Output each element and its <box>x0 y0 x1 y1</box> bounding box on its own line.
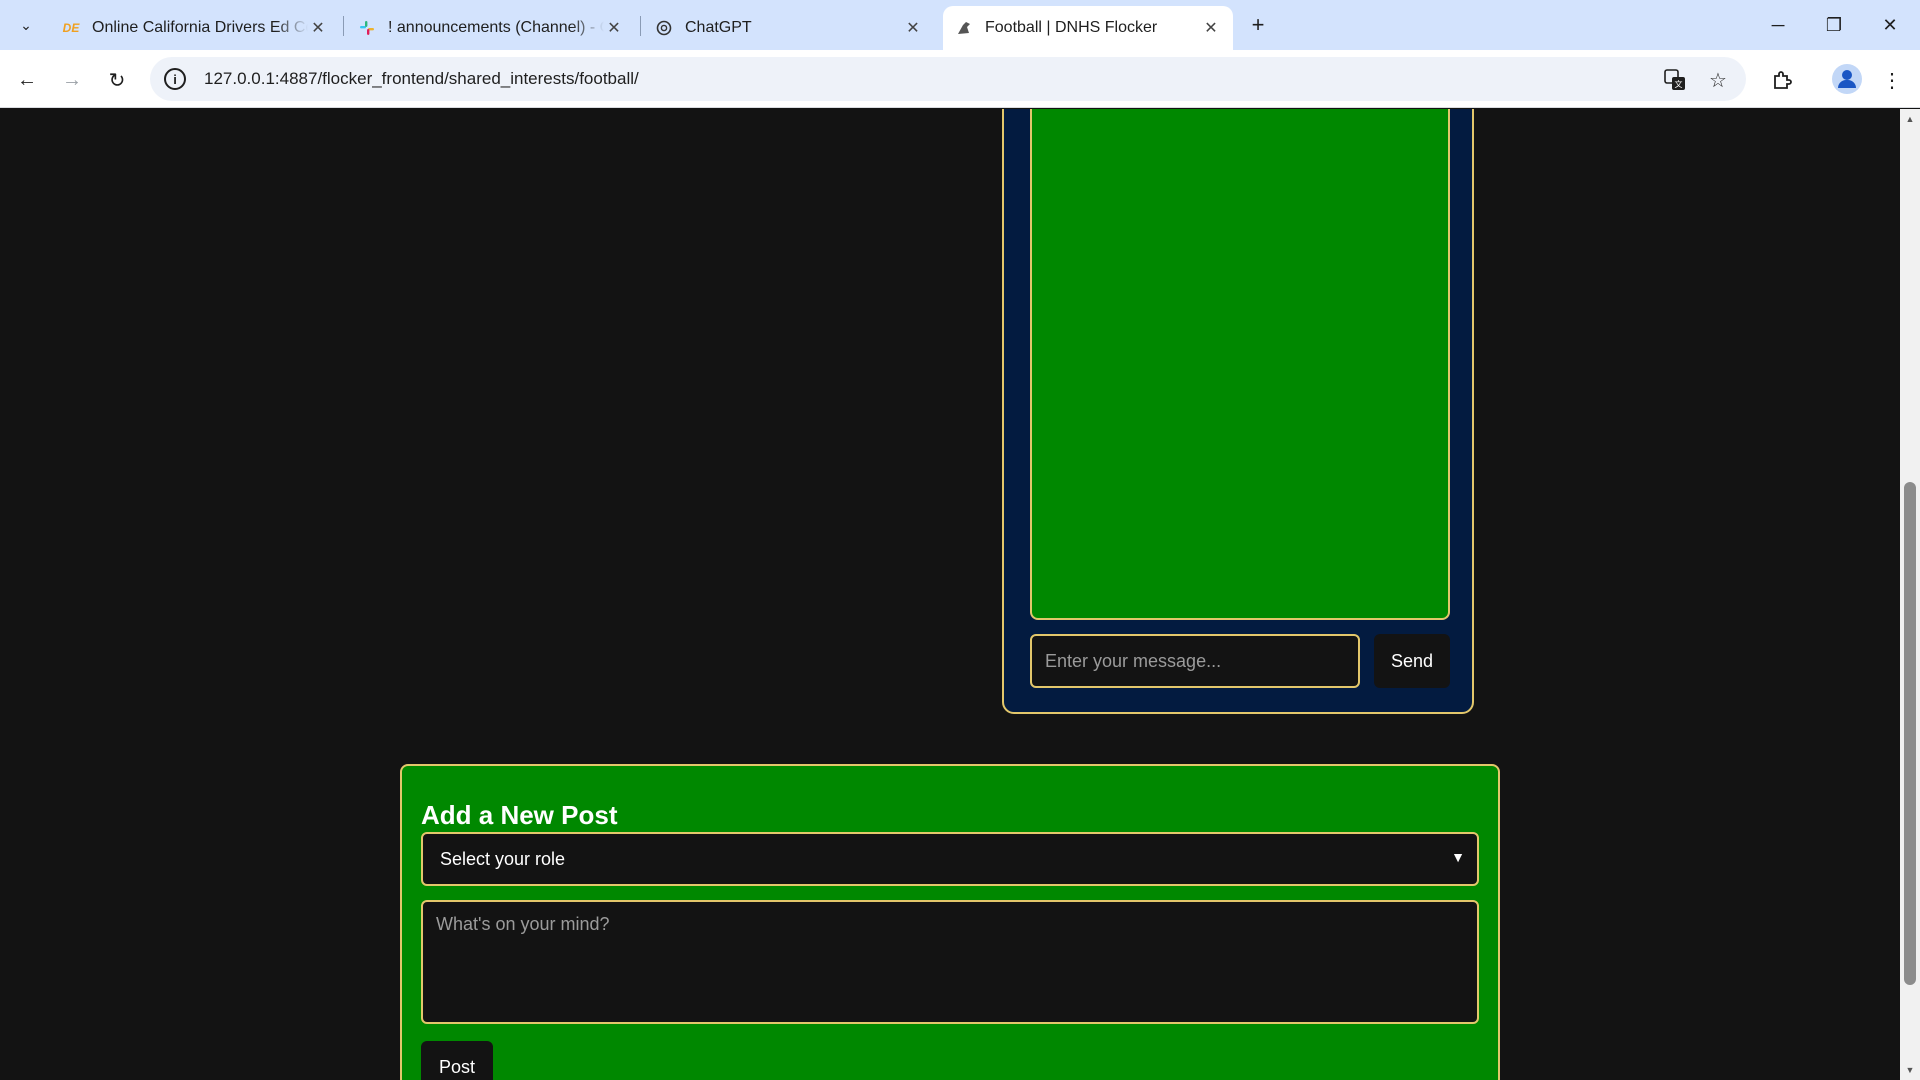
chevron-down-icon: ▼ <box>1451 849 1465 865</box>
bookmark-star-icon[interactable]: ☆ <box>1705 67 1731 93</box>
tab-title: ! announcements (Channel) - Code <box>388 19 604 36</box>
tab-title: Online California Drivers Ed Course <box>92 19 308 36</box>
close-icon[interactable]: ✕ <box>1201 18 1221 38</box>
translate-icon[interactable]: 文 <box>1662 67 1688 93</box>
role-select[interactable]: Select your role ▼ <box>421 832 1479 886</box>
new-tab-button[interactable]: + <box>1244 11 1272 39</box>
chat-panel: Send <box>1002 109 1474 714</box>
scrollbar-thumb[interactable] <box>1904 482 1916 985</box>
reload-button[interactable]: ↻ <box>101 64 133 96</box>
minimize-icon: ─ <box>1771 14 1785 35</box>
scroll-up-arrow-icon[interactable]: ▲ <box>1900 111 1920 127</box>
drivers-ed-favicon-icon: DE <box>62 21 80 35</box>
slack-icon <box>358 19 376 37</box>
chevron-down-icon: ⌄ <box>20 16 32 33</box>
close-icon[interactable]: ✕ <box>903 18 923 38</box>
browser-toolbar: ← → ↻ i 127.0.0.1:4887/flocker_frontend/… <box>0 50 1920 108</box>
reload-icon: ↻ <box>108 69 126 92</box>
extensions-icon[interactable] <box>1766 64 1798 96</box>
arrow-left-icon: ← <box>17 68 37 91</box>
send-button[interactable]: Send <box>1374 634 1450 688</box>
minimize-button[interactable]: ─ <box>1750 0 1806 50</box>
scroll-down-arrow-icon[interactable]: ▼ <box>1900 1062 1920 1078</box>
tab-separator <box>343 16 344 36</box>
address-bar[interactable]: i 127.0.0.1:4887/flocker_frontend/shared… <box>150 57 1746 101</box>
back-button[interactable]: ← <box>11 64 43 96</box>
profile-avatar-icon[interactable] <box>1832 64 1862 94</box>
chat-message-input[interactable] <box>1030 634 1360 688</box>
url-text[interactable]: 127.0.0.1:4887/flocker_frontend/shared_i… <box>204 69 639 89</box>
restore-icon: ❐ <box>1825 14 1843 35</box>
plus-icon: + <box>1251 12 1265 37</box>
close-icon: ✕ <box>1882 14 1898 35</box>
chatgpt-icon <box>655 19 673 37</box>
restore-button[interactable]: ❐ <box>1806 0 1862 50</box>
chat-messages-area[interactable] <box>1030 109 1450 620</box>
tab-search-button[interactable]: ⌄ <box>12 11 40 39</box>
close-window-button[interactable]: ✕ <box>1862 0 1918 50</box>
tab-strip: ⌄ DE Online California Drivers Ed Course… <box>0 0 1920 50</box>
forward-button[interactable]: → <box>56 64 88 96</box>
close-icon[interactable]: ✕ <box>308 18 328 38</box>
tab-title: ChatGPT <box>685 19 752 36</box>
tab-separator <box>640 16 641 36</box>
page-viewport: Send Add a New Post Select your role ▼ P… <box>0 109 1900 1080</box>
tab-football-flocker[interactable]: Football | DNHS Flocker ✕ <box>943 6 1233 50</box>
post-button[interactable]: Post <box>421 1041 493 1080</box>
page-scrollbar[interactable]: ▲ ▼ <box>1900 109 1920 1080</box>
tab-slack-announcements[interactable]: ! announcements (Channel) - Code ✕ <box>346 6 636 50</box>
post-content-textarea[interactable] <box>421 900 1479 1024</box>
tab-chatgpt[interactable]: ChatGPT ✕ <box>643 6 935 50</box>
kebab-menu-icon[interactable]: ⋮ <box>1876 64 1908 96</box>
new-post-heading: Add a New Post <box>421 800 618 830</box>
tab-title: Football | DNHS Flocker <box>985 19 1158 36</box>
flocker-icon <box>955 19 973 37</box>
close-icon[interactable]: ✕ <box>604 18 624 38</box>
tab-drivers-ed[interactable]: DE Online California Drivers Ed Course ✕ <box>50 6 340 50</box>
new-post-panel: Add a New Post Select your role ▼ Post <box>400 764 1500 1080</box>
role-select-value: Select your role <box>440 848 566 869</box>
svg-text:文: 文 <box>1675 79 1683 89</box>
arrow-right-icon: → <box>62 68 82 91</box>
site-info-icon[interactable]: i <box>164 68 186 90</box>
